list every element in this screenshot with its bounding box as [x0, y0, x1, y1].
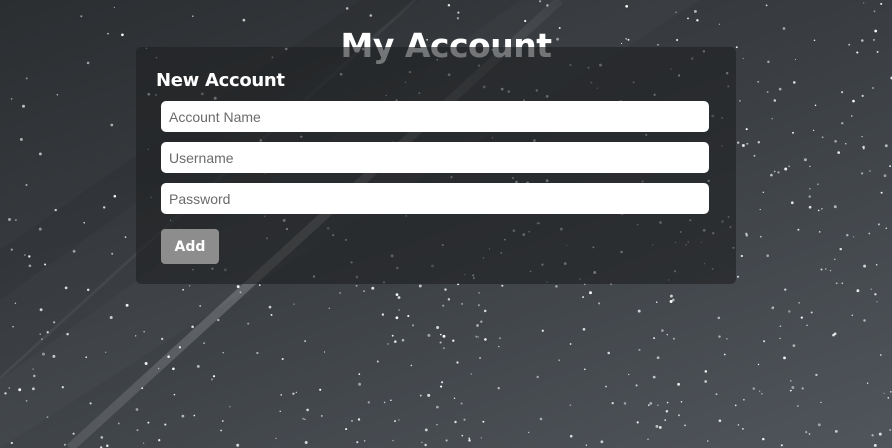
username-input[interactable]	[161, 142, 709, 173]
new-account-card: New Account Add	[136, 47, 736, 284]
card-heading: New Account	[156, 70, 285, 91]
password-input[interactable]	[161, 183, 709, 214]
account-name-input[interactable]	[161, 101, 709, 132]
add-button[interactable]: Add	[161, 229, 219, 264]
